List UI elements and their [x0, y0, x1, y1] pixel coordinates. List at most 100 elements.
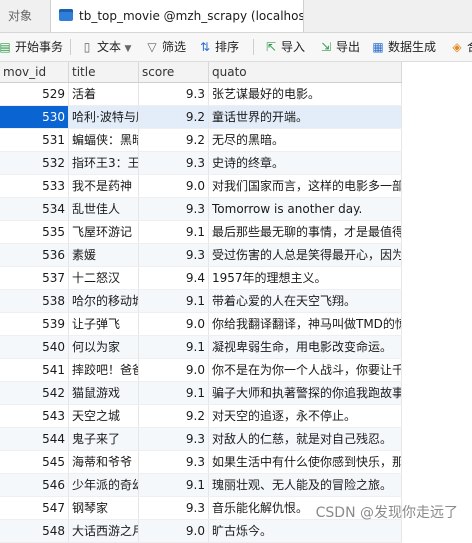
- cell-title[interactable]: 哈尔的移动城堡: [69, 290, 139, 312]
- cell-title[interactable]: 指环王3：王者无敌: [69, 152, 139, 174]
- cell-mov-id[interactable]: 535: [0, 221, 69, 243]
- cell-mov-id[interactable]: 533: [0, 175, 69, 197]
- table-row[interactable]: 540 何以为家 9.1 凝视卑弱生命，用电影改变命运。: [0, 336, 402, 359]
- cell-score[interactable]: 9.3: [139, 497, 209, 519]
- cell-mov-id[interactable]: 541: [0, 359, 69, 381]
- cell-mov-id[interactable]: 542: [0, 382, 69, 404]
- cell-score[interactable]: 9.0: [139, 175, 209, 197]
- cell-score[interactable]: 9.0: [139, 520, 209, 542]
- cell-title[interactable]: 素媛: [69, 244, 139, 266]
- cell-title[interactable]: 乱世佳人: [69, 198, 139, 220]
- cell-title[interactable]: 我不是药神: [69, 175, 139, 197]
- text-button[interactable]: ▯ 文本 ▼: [80, 33, 136, 61]
- cell-title[interactable]: 哈利·波特与魔法石: [69, 106, 139, 128]
- sort-button[interactable]: ⇅ 排序: [198, 33, 239, 61]
- cell-mov-id[interactable]: 537: [0, 267, 69, 289]
- cell-mov-id[interactable]: 546: [0, 474, 69, 496]
- cell-title[interactable]: 少年派的奇幻漂流: [69, 474, 139, 496]
- cell-title[interactable]: 飞屋环游记: [69, 221, 139, 243]
- cell-score[interactable]: 9.2: [139, 106, 209, 128]
- cell-score[interactable]: 9.2: [139, 405, 209, 427]
- cell-quato[interactable]: 凝视卑弱生命，用电影改变命运。: [209, 336, 402, 358]
- table-row[interactable]: 531蝙蝠侠：黑暗骑士9.2无尽的黑暗。: [0, 129, 402, 152]
- table-row[interactable]: 542 猫鼠游戏 9.1 骗子大师和执著警探的你追我跑故事。: [0, 382, 402, 405]
- cell-score[interactable]: 9.3: [139, 198, 209, 220]
- table-row[interactable]: 539让子弹飞9.0你给我翻译翻译，神马叫做TMD的惊喜。: [0, 313, 402, 336]
- cell-score[interactable]: 9.3: [139, 152, 209, 174]
- cell-mov-id[interactable]: 536: [0, 244, 69, 266]
- table-row[interactable]: 544 鬼子来了 9.3 对敌人的仁慈，就是对自己残忍。: [0, 428, 402, 451]
- table-row[interactable]: 530哈利·波特与魔法石9.2童话世界的开端。: [0, 106, 402, 129]
- cell-quato[interactable]: 1957年的理想主义。: [209, 267, 402, 289]
- cell-quato[interactable]: 张艺谋最好的电影。: [209, 83, 402, 105]
- cell-mov-id[interactable]: 544: [0, 428, 69, 450]
- table-row[interactable]: 532指环王3：王者无敌9.3史诗的终章。: [0, 152, 402, 175]
- begin-transaction-button[interactable]: ▤ 开始事务: [0, 33, 63, 61]
- cell-quato[interactable]: 如果生活中有什么使你感到快乐，那就去做吧！: [209, 451, 402, 473]
- cell-title[interactable]: 让子弹飞: [69, 313, 139, 335]
- cell-score[interactable]: 9.2: [139, 129, 209, 151]
- table-row[interactable]: 534 乱世佳人 9.3 Tomorrow is another day.: [0, 198, 402, 221]
- column-header-mov-id[interactable]: mov_id: [0, 62, 69, 82]
- cell-title[interactable]: 何以为家: [69, 336, 139, 358]
- cell-score[interactable]: 9.1: [139, 221, 209, 243]
- cell-mov-id[interactable]: 538: [0, 290, 69, 312]
- tab-table[interactable]: tb_top_movie @mzh_scrapy (localhost): [50, 0, 304, 32]
- cell-quato[interactable]: 对敌人的仁慈，就是对自己残忍。: [209, 428, 402, 450]
- cell-title[interactable]: 大话西游之月光宝盒: [69, 520, 139, 542]
- cell-mov-id[interactable]: 532: [0, 152, 69, 174]
- cell-quato[interactable]: 受过伤害的人总是笑得最开心，因为他们不愿意让身边的人承受一样的痛苦。: [209, 244, 402, 266]
- cell-mov-id[interactable]: 543: [0, 405, 69, 427]
- cell-title[interactable]: 摔跤吧！爸爸: [69, 359, 139, 381]
- cell-quato[interactable]: 你给我翻译翻译，神马叫做TMD的惊喜。: [209, 313, 402, 335]
- column-header-title[interactable]: title: [69, 62, 139, 82]
- cell-mov-id[interactable]: 545: [0, 451, 69, 473]
- cell-quato[interactable]: 童话世界的开端。: [209, 106, 402, 128]
- cell-score[interactable]: 9.1: [139, 290, 209, 312]
- table-row[interactable]: 533我不是药神9.0对我们国家而言，这样的电影多一部是一部。: [0, 175, 402, 198]
- cell-title[interactable]: 猫鼠游戏: [69, 382, 139, 404]
- cell-title[interactable]: 活着: [69, 83, 139, 105]
- import-button[interactable]: ⇱ 导入: [264, 33, 305, 61]
- cell-score[interactable]: 9.0: [139, 359, 209, 381]
- column-header-quato[interactable]: quato: [209, 62, 402, 82]
- cell-score[interactable]: 9.1: [139, 336, 209, 358]
- data-generation-button[interactable]: ▦ 数据生成: [371, 33, 436, 61]
- cell-mov-id[interactable]: 548: [0, 520, 69, 542]
- cell-mov-id[interactable]: 547: [0, 497, 69, 519]
- cell-quato[interactable]: 旷古烁今。: [209, 520, 402, 542]
- cell-quato[interactable]: 骗子大师和执著警探的你追我跑故事。: [209, 382, 402, 404]
- cell-quato[interactable]: 无尽的黑暗。: [209, 129, 402, 151]
- table-row[interactable]: 535飞屋环游记9.1最后那些最无聊的事情，才是最值得怀念的。: [0, 221, 402, 244]
- cell-mov-id[interactable]: 531: [0, 129, 69, 151]
- export-button[interactable]: ⇲ 导出: [319, 33, 360, 61]
- cell-quato[interactable]: 带着心爱的人在天空飞翔。: [209, 290, 402, 312]
- cell-title[interactable]: 鬼子来了: [69, 428, 139, 450]
- cell-mov-id[interactable]: 529: [0, 83, 69, 105]
- cell-quato[interactable]: 瑰丽壮观、无人能及的冒险之旅。: [209, 474, 402, 496]
- table-row[interactable]: 546少年派的奇幻漂流9.1瑰丽壮观、无人能及的冒险之旅。: [0, 474, 402, 497]
- cell-mov-id[interactable]: 530: [0, 106, 69, 128]
- cell-quato[interactable]: 最后那些最无聊的事情，才是最值得怀念的。: [209, 221, 402, 243]
- cell-mov-id[interactable]: 534: [0, 198, 69, 220]
- table-row[interactable]: 538哈尔的移动城堡9.1带着心爱的人在天空飞翔。: [0, 290, 402, 313]
- cell-quato[interactable]: 对天空的追逐，永不停止。: [209, 405, 402, 427]
- table-row[interactable]: 537 十二怒汉 9.4 1957年的理想主义。: [0, 267, 402, 290]
- cell-score[interactable]: 9.1: [139, 382, 209, 404]
- cell-score[interactable]: 9.3: [139, 244, 209, 266]
- table-row[interactable]: 548大话西游之月光宝盒9.0旷古烁今。: [0, 520, 402, 543]
- cell-quato[interactable]: 史诗的终章。: [209, 152, 402, 174]
- cell-quato[interactable]: Tomorrow is another day.: [209, 198, 402, 220]
- cell-score[interactable]: 9.3: [139, 451, 209, 473]
- cell-title[interactable]: 钢琴家: [69, 497, 139, 519]
- table-row[interactable]: 545海蒂和爷爷9.3如果生活中有什么使你感到快乐，那就去做吧！: [0, 451, 402, 474]
- more-button[interactable]: ◈合: [450, 33, 472, 61]
- cell-title[interactable]: 天空之城: [69, 405, 139, 427]
- table-row[interactable]: 536素媛9.3受过伤害的人总是笑得最开心，因为他们不愿意让身边的人承受一样的痛…: [0, 244, 402, 267]
- cell-mov-id[interactable]: 540: [0, 336, 69, 358]
- cell-title[interactable]: 蝙蝠侠：黑暗骑士: [69, 129, 139, 151]
- cell-mov-id[interactable]: 539: [0, 313, 69, 335]
- cell-score[interactable]: 9.1: [139, 474, 209, 496]
- table-row[interactable]: 541摔跤吧！爸爸9.0你不是在为你一个人战斗，你要让千千万万的女性看到女生并不…: [0, 359, 402, 382]
- cell-score[interactable]: 9.4: [139, 267, 209, 289]
